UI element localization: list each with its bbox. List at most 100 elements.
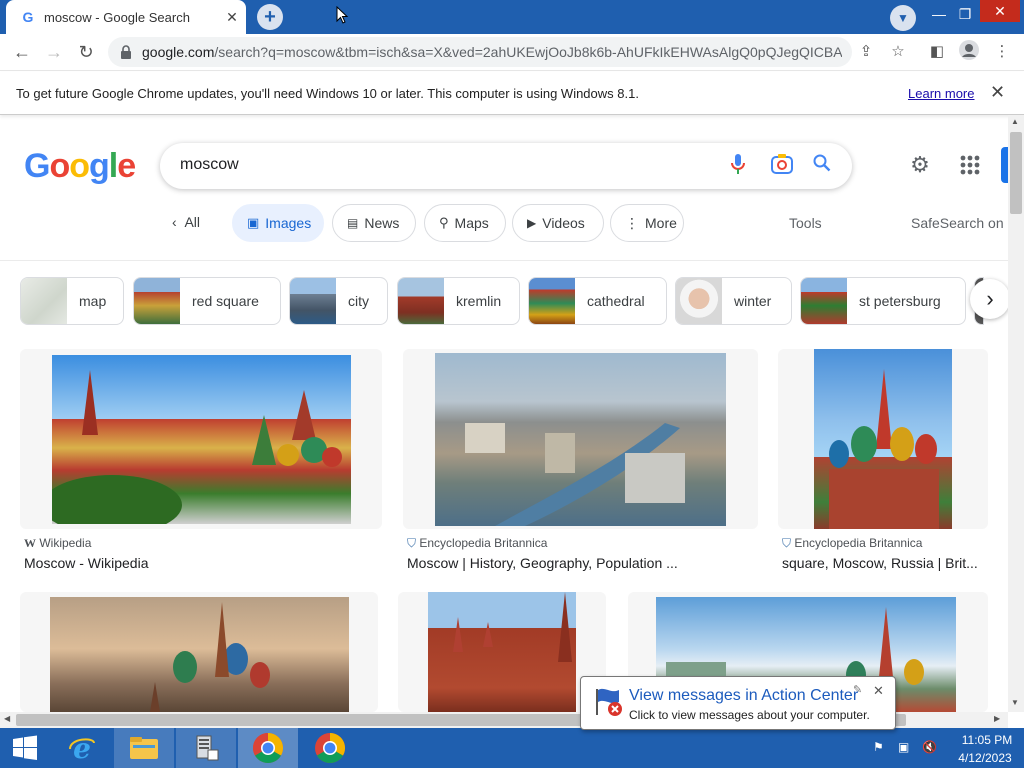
britannica-icon: ⛉: [407, 536, 417, 550]
result-title[interactable]: Moscow - Wikipedia: [24, 555, 374, 571]
suggestion-chip[interactable]: winter: [675, 277, 792, 325]
microphone-icon[interactable]: [726, 154, 750, 178]
suggestion-chip[interactable]: kremlin: [397, 277, 520, 325]
clock-date[interactable]: 4/12/2023: [953, 751, 1017, 765]
apps-grid-icon[interactable]: [956, 151, 984, 179]
suggestion-label: red square: [192, 293, 259, 309]
speaker-muted-icon[interactable]: 🔇: [922, 740, 937, 754]
suggestion-label: st petersburg: [859, 293, 941, 309]
search-query-text[interactable]: moscow: [180, 156, 239, 174]
suggestion-label: city: [348, 293, 369, 309]
back-arrow-icon[interactable]: ←: [8, 38, 36, 66]
notification-settings-icon[interactable]: ✎: [853, 683, 862, 696]
vertical-scroll-thumb[interactable]: [1010, 132, 1022, 214]
scroll-left-icon[interactable]: ◀: [4, 714, 10, 723]
header-divider: [0, 260, 1008, 261]
settings-gear-icon[interactable]: ⚙: [906, 151, 934, 179]
reload-icon[interactable]: ↻: [72, 38, 100, 66]
result-title[interactable]: square, Moscow, Russia | Brit...: [782, 555, 982, 571]
clock-time[interactable]: 11:05 PM: [957, 733, 1017, 747]
start-button[interactable]: [0, 728, 50, 768]
image-result-card[interactable]: [778, 349, 988, 529]
image-result-card[interactable]: [403, 349, 758, 529]
internet-explorer-icon[interactable]: e: [52, 728, 112, 768]
map-pin-icon: ⚲: [439, 215, 449, 230]
result-image[interactable]: [52, 355, 351, 524]
action-center-flag-icon: [596, 688, 622, 716]
logo-letter: e: [117, 147, 136, 185]
result-title[interactable]: Moscow | History, Geography, Population …: [407, 555, 757, 571]
logo-letter: l: [108, 147, 119, 185]
result-image[interactable]: [50, 597, 349, 712]
action-center-notification[interactable]: View messages in Action Center Click to …: [580, 676, 896, 730]
action-center-flag-icon[interactable]: ⚑: [873, 740, 884, 754]
result-source-name: Encyclopedia Britannica: [794, 536, 923, 550]
tab-title: moscow - Google Search: [44, 10, 190, 25]
result-source-name: Wikipedia: [39, 536, 92, 550]
suggestion-chip[interactable]: map: [20, 277, 124, 325]
menu-kebab-icon[interactable]: ⋮: [990, 40, 1014, 64]
bookmark-star-icon[interactable]: ☆: [886, 40, 910, 64]
infobar-close-icon[interactable]: ✕: [990, 82, 1005, 103]
result-image[interactable]: [814, 349, 952, 529]
tab-images-label: Images: [265, 215, 312, 231]
browser-tab-active[interactable]: G moscow - Google Search ✕: [6, 0, 246, 34]
scroll-up-icon[interactable]: ▲: [1011, 117, 1019, 126]
tab-all-label: All: [184, 214, 201, 230]
google-logo[interactable]: Google: [24, 147, 136, 186]
result-image[interactable]: [435, 353, 726, 526]
server-manager-icon[interactable]: [176, 728, 236, 768]
image-result-card[interactable]: [20, 349, 382, 529]
profile-avatar-icon[interactable]: [957, 39, 981, 63]
result-image[interactable]: [428, 592, 576, 712]
url-host: google.com: [142, 44, 215, 60]
suggestion-chip[interactable]: cathedral: [528, 277, 667, 325]
chevron-left-icon: ‹: [172, 214, 177, 230]
window-close-button[interactable]: ✕: [980, 0, 1020, 22]
logo-letter: o: [69, 147, 90, 185]
wikipedia-icon: W: [24, 536, 36, 550]
forward-arrow-icon[interactable]: →: [40, 38, 68, 66]
chevron-right-icon[interactable]: ›: [970, 279, 1010, 319]
url-text[interactable]: google.com/search?q=moscow&tbm=isch&sa=X…: [142, 44, 842, 60]
tab-news[interactable]: ▤ News: [332, 204, 416, 242]
chrome-taskbar-icon-active[interactable]: [238, 728, 298, 768]
notification-close-icon[interactable]: ✕: [873, 683, 884, 699]
scroll-down-icon[interactable]: ▼: [1011, 698, 1019, 707]
chrome-taskbar-icon[interactable]: [300, 728, 360, 768]
suggestion-chip[interactable]: red square: [133, 277, 281, 325]
safesearch-button[interactable]: SafeSearch on: [911, 215, 1004, 231]
network-icon[interactable]: ▣: [898, 740, 909, 754]
new-tab-button[interactable]: +: [257, 4, 283, 30]
tools-button[interactable]: Tools: [789, 215, 822, 231]
tab-images[interactable]: ▣ Images: [232, 204, 324, 242]
suggestion-chip[interactable]: city: [289, 277, 388, 325]
tab-maps[interactable]: ⚲ Maps: [424, 204, 506, 242]
address-bar[interactable]: google.com/search?q=moscow&tbm=isch&sa=X…: [108, 37, 852, 67]
lock-icon: [121, 45, 131, 59]
search-icon[interactable]: [810, 154, 834, 178]
share-icon[interactable]: ⇪: [854, 40, 878, 64]
side-panel-icon[interactable]: ◧: [925, 40, 949, 64]
svg-text:e: e: [73, 733, 91, 763]
suggestion-chip[interactable]: st petersburg: [800, 277, 966, 325]
result-source: ⛉ Encyclopedia Britannica: [407, 536, 547, 551]
tab-all[interactable]: ‹ All: [172, 214, 200, 230]
lens-camera-icon[interactable]: [770, 154, 794, 178]
learn-more-link[interactable]: Learn more: [908, 86, 974, 101]
file-explorer-icon[interactable]: [114, 728, 174, 768]
tab-search-chevron-icon[interactable]: ▼: [890, 5, 916, 31]
tab-more-label: More: [645, 215, 677, 231]
result-source: W Wikipedia: [24, 536, 91, 551]
image-result-card[interactable]: [20, 592, 378, 712]
tab-maps-label: Maps: [454, 215, 489, 231]
result-source: ⛉ Encyclopedia Britannica: [782, 536, 922, 551]
tab-videos[interactable]: ▶ Videos: [512, 204, 604, 242]
tab-more[interactable]: ⋮ More: [610, 204, 684, 242]
search-input[interactable]: moscow: [160, 143, 852, 189]
image-result-card[interactable]: [398, 592, 606, 712]
tab-close-icon[interactable]: ✕: [223, 8, 241, 26]
scroll-right-icon[interactable]: ▶: [994, 714, 1000, 723]
restore-button[interactable]: ❐: [950, 2, 980, 26]
suggestion-thumbnail: [21, 278, 67, 324]
